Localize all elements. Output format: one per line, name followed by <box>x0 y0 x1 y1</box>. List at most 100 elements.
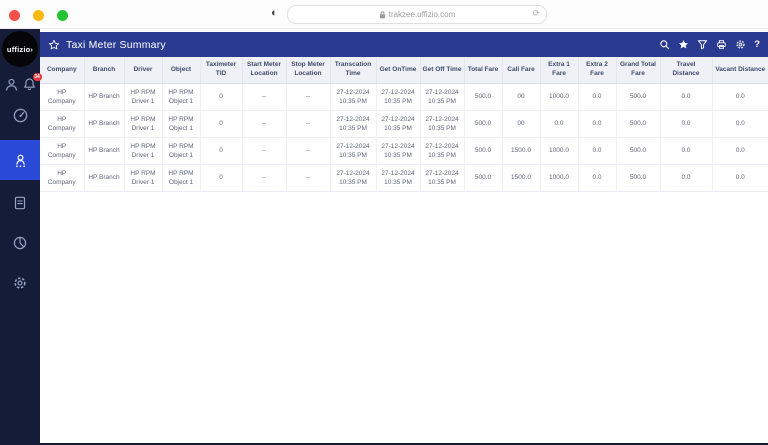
filter-icon[interactable] <box>697 39 708 50</box>
table-cell: 500.0 <box>616 164 661 192</box>
table-cell: 27-12-2024 10:35 PM <box>376 110 421 138</box>
table-cell: 1500.0 <box>502 164 541 192</box>
table-cell: 500.0 <box>464 110 503 138</box>
column-header[interactable]: Extra 2 Fare <box>578 57 617 84</box>
table-cell: HP RPM Object 1 <box>162 83 201 111</box>
table-row: HP Company HP Branch HP RPM Driver 1 HP RPM… <box>40 137 768 165</box>
table-cell: 500.0 <box>616 137 661 165</box>
table-cell: HP RPM Driver 1 <box>124 110 163 138</box>
lock-icon <box>379 10 386 19</box>
column-header[interactable]: Vacant Distance <box>712 57 768 84</box>
table-cell: -- <box>242 164 287 192</box>
url-text: trakzee.uffizio.com <box>388 10 456 19</box>
table-cell: HP Branch <box>84 110 125 138</box>
contrast-icon[interactable]: ◐ <box>271 6 278 20</box>
table-cell: 0.0 <box>660 164 713 192</box>
address-bar[interactable]: trakzee.uffizio.com ⟳ <box>287 5 547 24</box>
star-icon[interactable] <box>678 39 689 50</box>
notification-badge: 34 <box>32 73 42 81</box>
table-cell: 0.0 <box>660 83 713 111</box>
column-header[interactable]: Taximeter TID <box>200 57 243 84</box>
table-cell: -- <box>242 110 287 138</box>
sidebar-item-dashboard[interactable] <box>0 98 40 132</box>
page-header: Taxi Meter Summary ? <box>40 32 768 57</box>
table-cell: 27-12-2024 10:35 PM <box>420 83 465 111</box>
table-cell: HP Company <box>40 137 85 165</box>
sidebar-item-analytics[interactable] <box>0 226 40 260</box>
column-header[interactable]: Branch <box>84 57 125 84</box>
table-cell: 0.0 <box>578 83 617 111</box>
page-title: Taxi Meter Summary <box>66 38 166 51</box>
table-cell: 27-12-2024 10:35 PM <box>330 110 377 138</box>
report-document-icon <box>14 196 26 210</box>
refresh-icon[interactable]: ⟳ <box>532 8 540 19</box>
table-cell: HP RPM Driver 1 <box>124 137 163 165</box>
table-cell: -- <box>242 83 287 111</box>
table-cell: 27-12-2024 10:35 PM <box>330 137 377 165</box>
column-header[interactable]: Grand Total Fare <box>616 57 661 84</box>
table-cell: 27-12-2024 10:35 PM <box>376 137 421 165</box>
table-cell: 27-12-2024 10:35 PM <box>420 164 465 192</box>
table-cell: 0.0 <box>660 137 713 165</box>
table-cell: -- <box>242 137 287 165</box>
table-cell: HP RPM Object 1 <box>162 137 201 165</box>
window-controls <box>9 10 68 21</box>
table-cell: 27-12-2024 10:35 PM <box>330 164 377 192</box>
notifications-bell-icon[interactable]: 34 <box>22 73 42 92</box>
column-header[interactable]: Start Meter Location <box>242 57 287 84</box>
search-icon[interactable] <box>659 39 670 50</box>
sidebar-item-reports[interactable] <box>0 186 40 220</box>
table-cell: 0.0 <box>578 137 617 165</box>
table-cell: 27-12-2024 10:35 PM <box>420 137 465 165</box>
table-cell: -- <box>286 83 331 111</box>
table-cell: 0.0 <box>578 110 617 138</box>
column-header[interactable]: Get OnTime <box>376 57 421 84</box>
table-cell: 0.0 <box>712 83 768 111</box>
table-cell: 0.0 <box>712 164 768 192</box>
settings-gear-icon[interactable] <box>735 39 746 50</box>
table-cell: 0.0 <box>712 137 768 165</box>
user-icon[interactable] <box>4 77 19 92</box>
table-cell: 500.0 <box>464 164 503 192</box>
column-header[interactable]: Stop Meter Location <box>286 57 331 84</box>
gear-icon <box>14 277 26 289</box>
minimize-window-button[interactable] <box>33 10 44 21</box>
maximize-window-button[interactable] <box>57 10 68 21</box>
table-cell: 0 <box>200 164 243 192</box>
table-cell: 500.0 <box>464 137 503 165</box>
table-cell: 0.0 <box>578 164 617 192</box>
column-header[interactable]: Driver <box>124 57 163 84</box>
print-icon[interactable] <box>716 39 727 50</box>
table-cell: 00 <box>502 83 541 111</box>
table-cell: 500.0 <box>464 83 503 111</box>
favorite-star-icon[interactable] <box>48 39 60 51</box>
logo-text: uffizio› <box>6 44 34 54</box>
column-header[interactable]: Travel Distance <box>660 57 713 84</box>
table-cell: 27-12-2024 10:35 PM <box>376 164 421 192</box>
sidebar: uffizio› 34 <box>0 29 42 445</box>
table-cell: HP RPM Driver 1 <box>124 164 163 192</box>
table-cell: 500.0 <box>616 110 661 138</box>
sidebar-item-tracking[interactable] <box>0 140 40 180</box>
close-window-button[interactable] <box>9 10 20 21</box>
table-cell: 1000.0 <box>540 137 579 165</box>
column-header[interactable]: Company <box>40 57 85 84</box>
dashboard-icon <box>13 108 27 122</box>
column-header[interactable]: Object <box>162 57 201 84</box>
table-cell: HP RPM Object 1 <box>162 164 201 192</box>
table-cell: 00 <box>502 110 541 138</box>
help-icon[interactable]: ? <box>754 39 760 50</box>
table-cell: HP Branch <box>84 83 125 111</box>
column-header[interactable]: Transcation Time <box>330 57 377 84</box>
table-cell: 27-12-2024 10:35 PM <box>376 83 421 111</box>
table-cell: HP Branch <box>84 137 125 165</box>
column-header[interactable]: Call Fare <box>502 57 541 84</box>
app-logo[interactable]: uffizio› <box>2 31 38 67</box>
column-header[interactable]: Extra 1 Fare <box>540 57 579 84</box>
sidebar-item-settings[interactable] <box>0 266 40 300</box>
table-cell: 1500.0 <box>502 137 541 165</box>
tracking-driver-icon <box>15 154 25 167</box>
column-header[interactable]: Total Fare <box>464 57 503 84</box>
table-cell: HP Company <box>40 164 85 192</box>
column-header[interactable]: Get Off Time <box>420 57 465 84</box>
